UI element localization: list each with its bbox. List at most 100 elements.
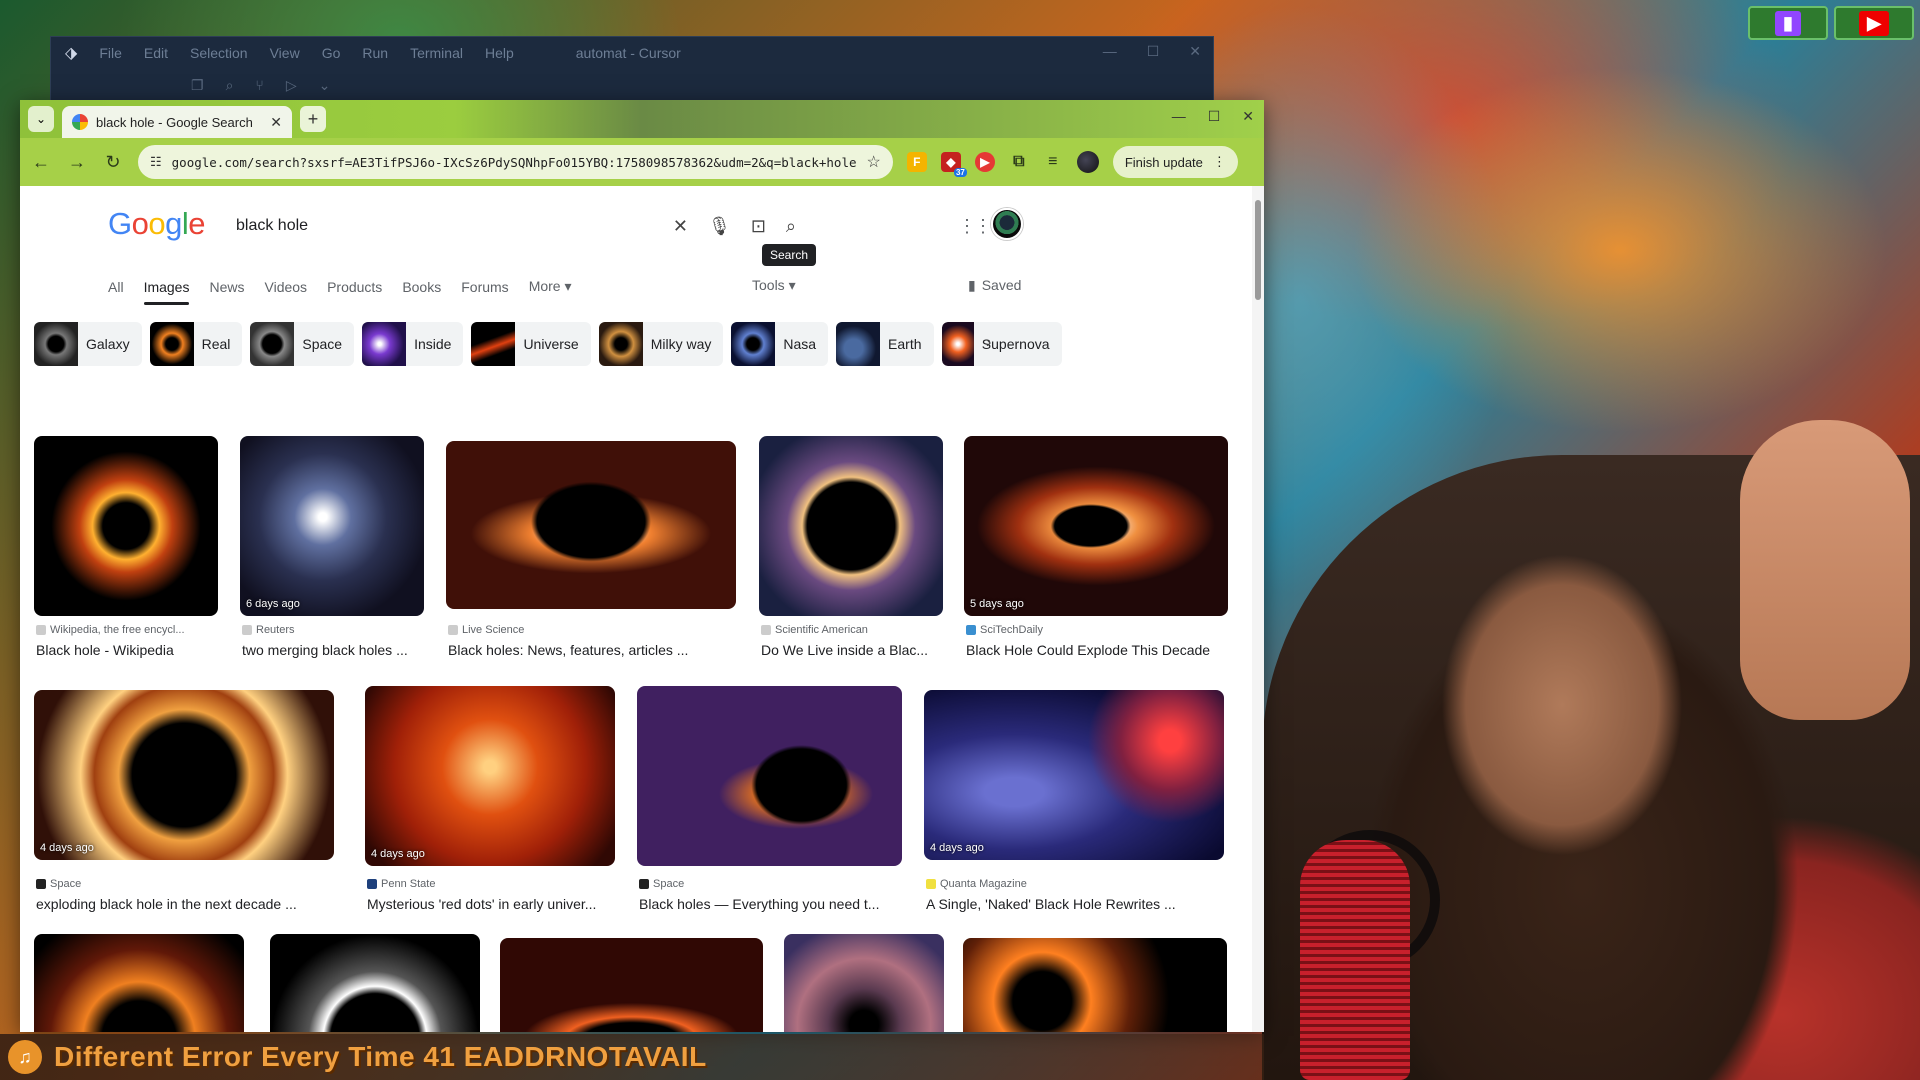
reload-icon[interactable]: ↻ [102, 152, 124, 173]
tab-news[interactable]: News [209, 269, 244, 305]
result-caption[interactable]: Black hole - Wikipedia [36, 642, 220, 658]
extensions-puzzle-icon[interactable]: ⧉ [1009, 152, 1029, 172]
bookmark-star-icon[interactable]: ☆ [867, 152, 881, 172]
result-thumbnail[interactable] [270, 934, 480, 1032]
tools-button[interactable]: Tools ▾ [752, 277, 796, 294]
back-arrow-icon[interactable]: ← [30, 152, 52, 173]
result-caption[interactable]: A Single, 'Naked' Black Hole Rewrites ..… [926, 896, 1226, 912]
result-caption[interactable]: Mysterious 'red dots' in early univer... [367, 896, 617, 912]
result-thumbnail[interactable] [446, 441, 736, 609]
search-input[interactable]: black hole ✕ 🎙 ⊡ ⌕ [216, 204, 816, 248]
close-icon[interactable]: ✕ [1242, 108, 1254, 125]
tab-close-icon[interactable]: ✕ [270, 114, 282, 131]
finish-update-button[interactable]: Finish update ⋮ [1112, 146, 1238, 178]
clear-icon[interactable]: ✕ [673, 216, 688, 237]
result-caption[interactable]: two merging black holes ... [242, 642, 426, 658]
kebab-menu-icon[interactable]: ⋮ [1213, 154, 1226, 170]
profile-avatar[interactable] [1076, 151, 1099, 173]
browser-tab-active[interactable]: black hole - Google Search ✕ [62, 106, 292, 138]
saved-link[interactable]: ▮ Saved [968, 277, 1021, 294]
extension-play-icon[interactable]: ▶ [974, 152, 995, 172]
tab-products[interactable]: Products [327, 269, 382, 305]
chip-real[interactable]: Real [149, 322, 243, 366]
tab-all[interactable]: All [108, 269, 124, 305]
ide-menu-file[interactable]: File [99, 45, 122, 61]
image-result[interactable]: 4 days ago Space exploding black hole in… [34, 686, 334, 912]
result-caption[interactable]: Black Hole Could Explode This Decade [966, 642, 1230, 658]
page-scrollbar[interactable] [1252, 186, 1264, 1032]
maximize-icon[interactable]: ☐ [1208, 108, 1221, 125]
search-query-text[interactable]: black hole [236, 217, 653, 235]
explorer-icon[interactable]: ❐ [191, 77, 204, 94]
extension-flag-icon[interactable]: F [906, 152, 927, 172]
result-thumbnail[interactable] [34, 934, 244, 1032]
result-thumbnail[interactable] [784, 934, 944, 1032]
microphone-icon[interactable]: 🎙 [708, 216, 731, 237]
result-caption[interactable]: Black holes — Everything you need t... [639, 896, 904, 912]
ide-menu-go[interactable]: Go [322, 45, 341, 61]
result-thumbnail[interactable] [759, 436, 943, 616]
address-bar[interactable]: ☷ google.com/search?sxsrf=AE3TifPSJ6o-IX… [138, 145, 893, 179]
image-result[interactable]: Live Science Black holes: News, features… [446, 436, 736, 658]
minimize-icon[interactable]: — [1103, 43, 1117, 60]
chip-milky-way[interactable]: Milky way [598, 322, 724, 366]
ide-search-icon[interactable]: ⌕ [226, 77, 234, 94]
source-control-icon[interactable]: ⑂ [255, 77, 263, 93]
image-result[interactable]: Space Black holes — Everything you need … [637, 686, 902, 912]
search-icon[interactable]: ⌕ [786, 216, 796, 237]
image-result[interactable]: Scientific American Do We Live inside a … [759, 436, 943, 658]
tab-search-button[interactable]: ⌄ [28, 106, 54, 132]
address-bar-url[interactable]: google.com/search?sxsrf=AE3TifPSJ6o-IXcS… [172, 155, 857, 170]
chevron-right-icon[interactable]: › [986, 334, 991, 352]
tab-videos[interactable]: Videos [265, 269, 308, 305]
close-icon[interactable]: ✕ [1189, 43, 1201, 60]
image-result[interactable]: 4 days ago Quanta Magazine A Single, 'Na… [924, 686, 1224, 912]
result-caption[interactable]: Black holes: News, features, articles ..… [448, 642, 738, 658]
result-caption[interactable]: exploding black hole in the next decade … [36, 896, 336, 912]
chip-galaxy[interactable]: Galaxy [34, 322, 142, 366]
result-thumbnail[interactable]: 4 days ago [365, 686, 615, 866]
site-info-icon[interactable]: ☷ [150, 154, 162, 170]
image-result[interactable]: 5 days ago SciTechDaily Black Hole Could… [964, 436, 1228, 658]
chevron-down-icon[interactable]: ⌄ [319, 77, 331, 94]
ide-menu-view[interactable]: View [270, 45, 300, 61]
chip-earth[interactable]: Earth [836, 322, 934, 366]
ide-menu-help[interactable]: Help [485, 45, 514, 61]
extension-shield-icon[interactable]: ◆ 37 [940, 152, 967, 177]
chip-nasa[interactable]: Nasa [731, 322, 829, 366]
ide-menu-edit[interactable]: Edit [144, 45, 168, 61]
image-result[interactable]: Wikipedia, the free encycl... Black hole… [34, 436, 218, 658]
media-control-icon[interactable]: ≡ [1043, 152, 1063, 172]
chip-inside[interactable]: Inside [362, 322, 464, 366]
google-logo[interactable]: Google [108, 206, 206, 242]
run-debug-icon[interactable]: ▷ [286, 77, 297, 94]
forward-arrow-icon[interactable]: → [66, 152, 88, 173]
tab-books[interactable]: Books [402, 269, 441, 305]
result-thumbnail[interactable] [500, 938, 763, 1032]
lens-camera-icon[interactable]: ⊡ [751, 216, 766, 237]
chip-supernova[interactable]: Supernova [941, 322, 1062, 366]
tab-more[interactable]: More ▾ [529, 268, 572, 305]
scrollbar-thumb[interactable] [1255, 200, 1261, 300]
image-result[interactable]: 6 days ago Reuters two merging black hol… [240, 436, 424, 658]
account-avatar[interactable] [991, 208, 1023, 240]
new-tab-button[interactable]: + [300, 106, 326, 132]
result-thumbnail[interactable]: 4 days ago [924, 690, 1224, 860]
ide-menu-selection[interactable]: Selection [190, 45, 248, 61]
result-thumbnail[interactable] [34, 436, 218, 616]
result-thumbnail[interactable]: 4 days ago [34, 690, 334, 860]
result-caption[interactable]: Do We Live inside a Blac... [761, 642, 945, 658]
tab-forums[interactable]: Forums [461, 269, 508, 305]
image-result[interactable]: 4 days ago Penn State Mysterious 'red do… [365, 686, 615, 912]
chip-universe[interactable]: Universe [471, 322, 591, 366]
result-thumbnail[interactable]: 6 days ago [240, 436, 424, 616]
maximize-icon[interactable]: ☐ [1147, 43, 1160, 60]
result-thumbnail[interactable] [963, 938, 1227, 1032]
result-thumbnail[interactable]: 5 days ago [964, 436, 1228, 616]
ide-menu-run[interactable]: Run [362, 45, 388, 61]
tab-images[interactable]: Images [143, 269, 189, 305]
chip-space[interactable]: Space [250, 322, 355, 366]
minimize-icon[interactable]: — [1172, 108, 1186, 125]
result-thumbnail[interactable] [637, 686, 902, 866]
ide-menu-terminal[interactable]: Terminal [410, 45, 463, 61]
